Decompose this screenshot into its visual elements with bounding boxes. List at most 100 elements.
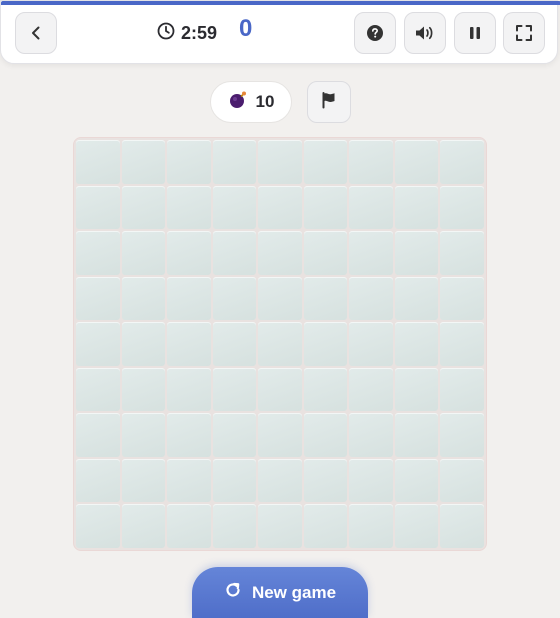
board-cell[interactable] [167,367,211,412]
board-cell[interactable] [303,458,348,503]
help-icon [366,24,384,42]
board-cell[interactable] [212,367,257,412]
board-cell[interactable] [167,458,211,503]
board-cell[interactable] [349,231,393,275]
board-cell[interactable] [440,276,484,321]
board-cell[interactable] [167,140,211,184]
board-cell[interactable] [76,140,120,184]
board-cell[interactable] [121,413,166,457]
board-cell[interactable] [394,140,439,184]
board-cell[interactable] [440,413,484,457]
new-game-button[interactable]: New game [192,567,368,618]
board-cell[interactable] [349,458,393,503]
board-cell[interactable] [394,504,439,548]
board-cell[interactable] [76,322,120,366]
board-cell[interactable] [394,367,439,412]
board-cell[interactable] [121,322,166,366]
board-cell[interactable] [440,458,484,503]
board-cell[interactable] [394,185,439,230]
flag-mode-button[interactable] [307,81,351,123]
board-cell[interactable] [121,140,166,184]
board-cell[interactable] [212,458,257,503]
board-cell[interactable] [349,276,393,321]
board-cell[interactable] [349,185,393,230]
board-cell[interactable] [258,322,302,366]
board-cell[interactable] [258,231,302,275]
mines-counter: 10 [210,81,292,123]
board-cell[interactable] [121,231,166,275]
sound-button[interactable] [404,12,446,54]
board-cell[interactable] [212,413,257,457]
board-cell[interactable] [121,367,166,412]
board-cell[interactable] [440,231,484,275]
board-cell[interactable] [121,276,166,321]
board-cell[interactable] [258,140,302,184]
flag-icon [320,91,338,114]
score-value: 0 [239,15,253,42]
board-cell[interactable] [394,413,439,457]
board-cell[interactable] [212,140,257,184]
board-cell[interactable] [258,413,302,457]
board-cell[interactable] [76,276,120,321]
board-cell[interactable] [212,276,257,321]
board-cell[interactable] [440,140,484,184]
bomb-icon [228,90,248,115]
board-cell[interactable] [76,458,120,503]
help-button[interactable] [354,12,396,54]
board-cell[interactable] [76,231,120,275]
board-cell[interactable] [349,140,393,184]
board-cell[interactable] [258,367,302,412]
board-cell[interactable] [303,185,348,230]
board-cell[interactable] [76,367,120,412]
board-cell[interactable] [303,322,348,366]
board-cell[interactable] [303,140,348,184]
board-cell[interactable] [258,458,302,503]
board-cell[interactable] [212,504,257,548]
board-cell[interactable] [167,413,211,457]
board-cell[interactable] [167,276,211,321]
fullscreen-button[interactable] [503,12,545,54]
board-cell[interactable] [303,231,348,275]
board-cell[interactable] [258,504,302,548]
board-cell[interactable] [167,504,211,548]
top-bar: 2:59 0 [0,0,560,64]
board-cell[interactable] [394,276,439,321]
board-cell[interactable] [303,504,348,548]
mines-remaining: 10 [255,92,275,111]
board-cell[interactable] [440,322,484,366]
board-cell[interactable] [303,367,348,412]
minefield-grid [73,137,487,551]
board-cell[interactable] [76,504,120,548]
board-cell[interactable] [440,504,484,548]
board-cell[interactable] [394,322,439,366]
board-cell[interactable] [349,367,393,412]
board-cell[interactable] [121,458,166,503]
board-cell[interactable] [76,185,120,230]
board-cell[interactable] [212,231,257,275]
new-game-label: New game [251,582,337,602]
board-cell[interactable] [440,185,484,230]
board-cell[interactable] [212,185,257,230]
board-cell[interactable] [394,231,439,275]
board-cell[interactable] [440,367,484,412]
board-cell[interactable] [349,504,393,548]
board-cell[interactable] [349,322,393,366]
board-cell[interactable] [167,322,211,366]
board-cell[interactable] [258,185,302,230]
back-button[interactable] [15,12,57,54]
board-cell[interactable] [121,504,166,548]
board-cell[interactable] [303,276,348,321]
board-cell[interactable] [349,413,393,457]
board-cell[interactable] [258,276,302,321]
board-cell[interactable] [394,458,439,503]
board-cell[interactable] [212,322,257,366]
board-cell[interactable] [167,185,211,230]
board-cell[interactable] [303,413,348,457]
back-icon [28,25,44,41]
clock-icon [157,22,175,45]
pause-button[interactable] [454,12,496,54]
accent-line [1,1,560,5]
board-cell[interactable] [121,185,166,230]
board-cell[interactable] [76,413,120,457]
board-cell[interactable] [167,231,211,275]
